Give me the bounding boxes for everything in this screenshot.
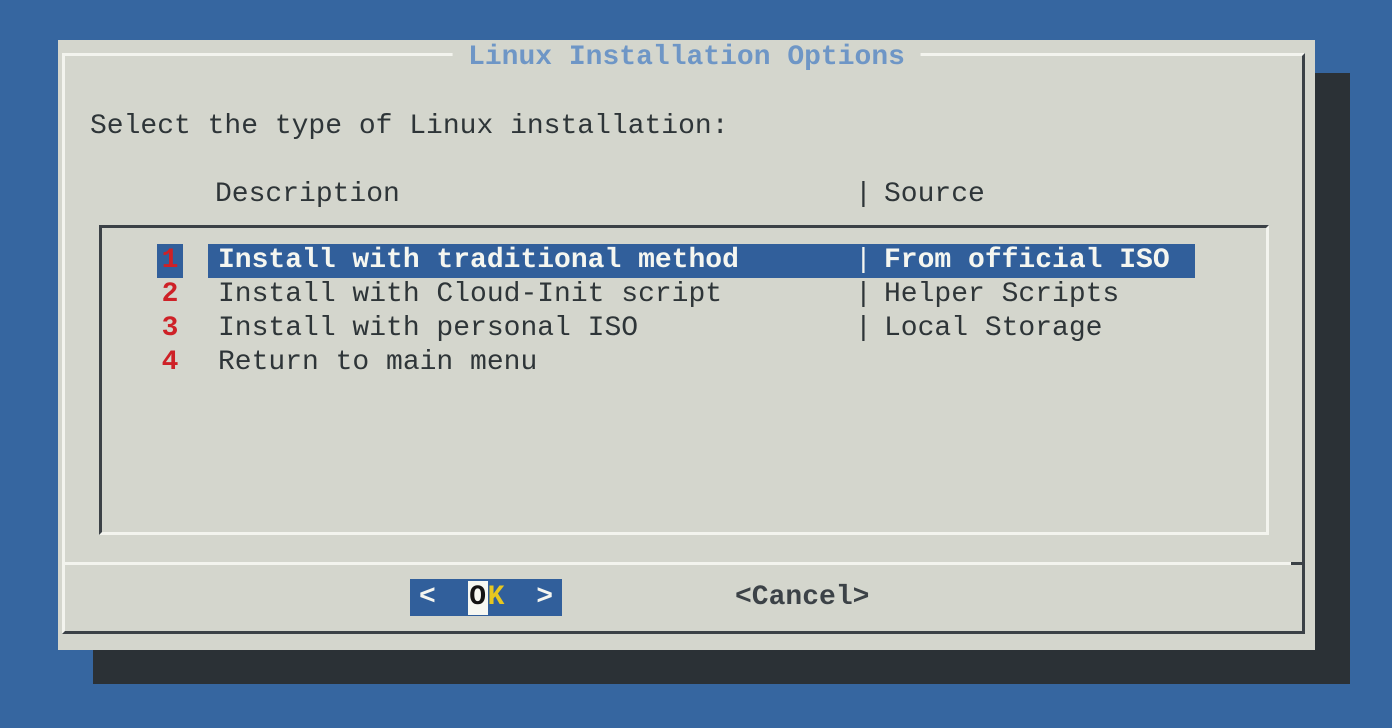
menu-item-4-number: 4 xyxy=(157,346,183,380)
menu-item-1-source: From official ISO xyxy=(884,244,1170,278)
menu-listbox: 1 Install with traditional method | From… xyxy=(99,225,1269,535)
column-separator-header: | xyxy=(855,178,872,212)
menu-item-2-source: Helper Scripts xyxy=(884,278,1119,312)
column-header-description: Description xyxy=(215,178,400,212)
dialog-window: Linux Installation Options Select the ty… xyxy=(58,40,1315,650)
menu-item-1[interactable]: 1 Install with traditional method | From… xyxy=(102,244,1266,278)
menu-item-3-source: Local Storage xyxy=(884,312,1102,346)
column-headers: Description | Source xyxy=(58,178,1315,212)
ok-button-open-angle: < xyxy=(419,581,436,615)
menu-item-3[interactable]: 3 Install with personal ISO | Local Stor… xyxy=(102,312,1266,346)
ok-button[interactable]: < OK > xyxy=(410,579,562,616)
button-area-separator-line xyxy=(62,562,1305,565)
ok-button-close-angle: > xyxy=(536,581,553,615)
menu-item-3-number: 3 xyxy=(157,312,183,346)
terminal-screen: Linux Installation Options Select the ty… xyxy=(0,0,1392,728)
menu-item-2-number: 2 xyxy=(157,278,183,312)
menu-item-2-description: Install with Cloud-Init script xyxy=(218,278,722,312)
terminal-cursor: O xyxy=(468,581,488,615)
button-area-separator-end-cap xyxy=(1291,562,1305,565)
column-header-source: Source xyxy=(884,178,985,212)
message-text: Select the type of Linux installation: xyxy=(90,110,729,144)
menu-item-1-description: Install with traditional method xyxy=(218,244,739,278)
menu-item-2-separator: | xyxy=(855,278,872,312)
cancel-button[interactable]: <Cancel> xyxy=(735,579,869,616)
menu-item-1-number: 1 xyxy=(157,244,183,278)
menu-item-4-description: Return to main menu xyxy=(218,346,537,380)
menu-item-2[interactable]: 2 Install with Cloud-Init script | Helpe… xyxy=(102,278,1266,312)
ok-button-label: OK xyxy=(468,581,505,615)
menu-item-3-separator: | xyxy=(855,312,872,346)
menu-item-3-description: Install with personal ISO xyxy=(218,312,638,346)
menu-item-1-separator: | xyxy=(855,244,872,278)
dialog-title: Linux Installation Options xyxy=(452,41,921,75)
menu-rows: 1 Install with traditional method | From… xyxy=(102,228,1266,532)
menu-item-4[interactable]: 4 Return to main menu xyxy=(102,346,1266,380)
ok-button-label-rest: K xyxy=(488,581,505,615)
